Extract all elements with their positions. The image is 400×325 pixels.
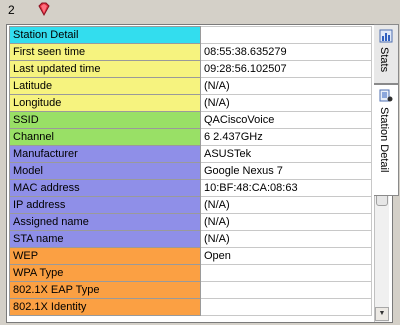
table-row[interactable]: Longitude (N/A) xyxy=(9,94,372,112)
table-row[interactable]: SSID QACiscoVoice xyxy=(9,111,372,129)
row-value: 09:28:56.102507 xyxy=(200,60,372,78)
row-label: Channel xyxy=(9,128,201,146)
row-value: (N/A) xyxy=(200,94,372,112)
side-tabs: Stats Station Detail xyxy=(374,24,400,204)
table-row[interactable]: 802.1X Identity xyxy=(9,298,372,316)
row-label: IP address xyxy=(9,196,201,214)
row-value: Open xyxy=(200,247,372,265)
tab-stats-label: Stats xyxy=(378,47,390,73)
row-label: Station Detail xyxy=(9,26,201,44)
table-row[interactable]: Station Detail xyxy=(9,26,372,44)
row-label: MAC address xyxy=(9,179,201,197)
row-label: STA name xyxy=(9,230,201,248)
table-row[interactable]: Assigned name (N/A) xyxy=(9,213,372,231)
row-label: Longitude xyxy=(9,94,201,112)
table-row[interactable]: Latitude (N/A) xyxy=(9,77,372,95)
table-row[interactable]: STA name (N/A) xyxy=(9,230,372,248)
station-icon xyxy=(379,89,393,102)
table-row[interactable]: Channel 6 2.437GHz xyxy=(9,128,372,146)
gem-icon[interactable] xyxy=(36,1,52,17)
row-value: (N/A) xyxy=(200,230,372,248)
scroll-down-button[interactable]: ▼ xyxy=(375,307,389,321)
row-value xyxy=(200,298,372,316)
row-value: 08:55:38.635279 xyxy=(200,43,372,61)
table-row[interactable]: Manufacturer ASUSTek xyxy=(9,145,372,163)
table-row[interactable]: Last updated time 09:28:56.102507 xyxy=(9,60,372,78)
tab-stats[interactable]: Stats xyxy=(374,24,399,84)
table-row[interactable]: WPA Type xyxy=(9,264,372,282)
row-label: WEP xyxy=(9,247,201,265)
table-row[interactable]: 802.1X EAP Type xyxy=(9,281,372,299)
tab-station-detail[interactable]: Station Detail xyxy=(374,84,399,196)
row-value: (N/A) xyxy=(200,196,372,214)
row-value: 10:BF:48:CA:08:63 xyxy=(200,179,372,197)
row-label: Last updated time xyxy=(9,60,201,78)
row-label: WPA Type xyxy=(9,264,201,282)
row-value: Google Nexus 7 xyxy=(200,162,372,180)
row-label: Manufacturer xyxy=(9,145,201,163)
table-row[interactable]: Model Google Nexus 7 xyxy=(9,162,372,180)
row-value xyxy=(200,26,372,44)
row-label: Latitude xyxy=(9,77,201,95)
row-label: 802.1X Identity xyxy=(9,298,201,316)
row-label: First seen time xyxy=(9,43,201,61)
row-value: (N/A) xyxy=(200,213,372,231)
row-label: Assigned name xyxy=(9,213,201,231)
row-label: SSID xyxy=(9,111,201,129)
table-row[interactable]: MAC address 10:BF:48:CA:08:63 xyxy=(9,179,372,197)
row-value xyxy=(200,264,372,282)
toolbar: 2 xyxy=(0,0,400,22)
row-label: 802.1X EAP Type xyxy=(9,281,201,299)
row-value: QACiscoVoice xyxy=(200,111,372,129)
stats-icon xyxy=(379,29,393,43)
table-row[interactable]: IP address (N/A) xyxy=(9,196,372,214)
table-row[interactable]: WEP Open xyxy=(9,247,372,265)
station-detail-panel: Station Detail First seen time 08:55:38.63… xyxy=(6,24,393,323)
table-row[interactable]: First seen time 08:55:38.635279 xyxy=(9,43,372,61)
station-count: 2 xyxy=(8,3,15,17)
tab-station-detail-label: Station Detail xyxy=(378,107,390,173)
row-label: Model xyxy=(9,162,201,180)
row-value xyxy=(200,281,372,299)
row-value: (N/A) xyxy=(200,77,372,95)
station-detail-table: Station Detail First seen time 08:55:38.63… xyxy=(9,26,372,316)
row-value: 6 2.437GHz xyxy=(200,128,372,146)
row-value: ASUSTek xyxy=(200,145,372,163)
